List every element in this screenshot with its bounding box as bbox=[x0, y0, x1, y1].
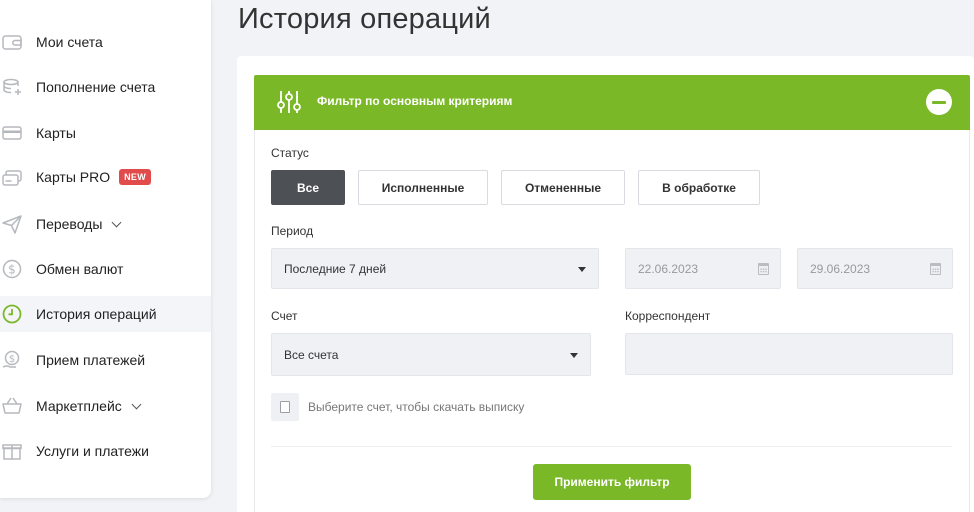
payment-acceptance-icon: $ bbox=[2, 350, 22, 370]
status-processing-button[interactable]: В обработке bbox=[638, 170, 760, 205]
sidebar-item-marketplace[interactable]: Маркетплейс bbox=[0, 388, 211, 424]
calendar-icon bbox=[930, 263, 941, 275]
status-all-button[interactable]: Все bbox=[271, 170, 345, 205]
sidebar-item-text: Переводы bbox=[36, 216, 103, 232]
status-label: Статус bbox=[271, 146, 309, 160]
card-icon bbox=[2, 123, 22, 143]
period-label: Период bbox=[271, 224, 314, 238]
caret-down-icon bbox=[578, 267, 586, 272]
account-select[interactable]: Все счета bbox=[271, 333, 591, 376]
sidebar-item-label: Пополнение счета bbox=[36, 79, 156, 95]
correspondent-input[interactable] bbox=[625, 333, 953, 375]
statement-hint: Выберите счет, чтобы скачать выписку bbox=[308, 400, 525, 414]
sidebar-item-payment-acceptance[interactable]: $ Прием платежей bbox=[0, 342, 211, 378]
document-icon bbox=[280, 401, 290, 413]
currency-exchange-icon: $ bbox=[2, 259, 22, 279]
account-value: Все счета bbox=[284, 347, 339, 362]
sidebar-item-label: Прием платежей bbox=[36, 352, 146, 368]
sliders-icon bbox=[276, 89, 302, 120]
date-to-value: 29.06.2023 bbox=[810, 261, 871, 276]
status-cancelled-button[interactable]: Отмененные bbox=[501, 170, 625, 205]
send-icon bbox=[2, 214, 22, 234]
coins-plus-icon bbox=[2, 77, 22, 97]
sidebar-item-text: Маркетплейс bbox=[36, 398, 122, 414]
sidebar: Мои счета Пополнение счета Карты Карты P… bbox=[0, 0, 211, 498]
basket-icon bbox=[2, 396, 22, 416]
gift-services-icon bbox=[2, 441, 22, 461]
wallet-icon bbox=[2, 32, 22, 52]
sidebar-item-label: Обмен валют bbox=[36, 261, 124, 277]
sidebar-item-label: Карты PRO NEW bbox=[36, 169, 152, 187]
svg-text:$: $ bbox=[9, 354, 15, 365]
caret-down-icon bbox=[570, 353, 578, 358]
clock-history-icon bbox=[2, 304, 22, 324]
svg-text:$: $ bbox=[8, 262, 16, 276]
sidebar-item-text: Карты PRO bbox=[36, 169, 111, 185]
sidebar-item-label: Переводы bbox=[36, 216, 122, 232]
filter-header[interactable]: Фильтр по основным критериям bbox=[254, 75, 970, 130]
date-to-input[interactable]: 29.06.2023 bbox=[797, 248, 953, 289]
sidebar-item-top-up[interactable]: Пополнение счета bbox=[0, 69, 211, 105]
sidebar-item-label: Маркетплейс bbox=[36, 398, 142, 414]
sidebar-item-cards-pro[interactable]: Карты PRO NEW bbox=[0, 160, 211, 196]
sidebar-item-label: Услуги и платежи bbox=[36, 443, 149, 459]
filter-title: Фильтр по основным критериям bbox=[317, 94, 513, 108]
cards-pro-icon bbox=[2, 168, 22, 188]
page-title: История операций bbox=[238, 3, 491, 35]
sidebar-item-label: История операций bbox=[36, 306, 157, 322]
date-from-value: 22.06.2023 bbox=[638, 261, 699, 276]
chevron-down-icon bbox=[111, 217, 122, 228]
divider bbox=[271, 446, 952, 447]
calendar-icon bbox=[758, 263, 769, 275]
sidebar-item-cards[interactable]: Карты bbox=[0, 115, 211, 151]
apply-filter-button[interactable]: Применить фильтр bbox=[533, 464, 691, 500]
sidebar-item-currency-exchange[interactable]: $ Обмен валют bbox=[0, 251, 211, 287]
status-completed-button[interactable]: Исполненные bbox=[358, 170, 488, 205]
date-from-input[interactable]: 22.06.2023 bbox=[625, 248, 781, 289]
minus-circle-icon[interactable] bbox=[926, 89, 952, 115]
sidebar-item-transfers[interactable]: Переводы bbox=[0, 206, 211, 242]
sidebar-item-label: Мои счета bbox=[36, 34, 103, 50]
download-statement-button[interactable] bbox=[271, 393, 299, 421]
account-label: Счет bbox=[271, 309, 298, 323]
new-badge: NEW bbox=[119, 169, 152, 185]
period-value: Последние 7 дней bbox=[284, 261, 387, 276]
chevron-down-icon bbox=[131, 399, 142, 410]
sidebar-item-my-accounts[interactable]: Мои счета bbox=[0, 24, 211, 60]
period-select[interactable]: Последние 7 дней bbox=[271, 248, 599, 289]
correspondent-label: Корреспондент bbox=[625, 309, 711, 323]
sidebar-item-services[interactable]: Услуги и платежи bbox=[0, 433, 211, 469]
sidebar-item-history[interactable]: История операций bbox=[0, 296, 211, 332]
sidebar-item-label: Карты bbox=[36, 125, 76, 141]
